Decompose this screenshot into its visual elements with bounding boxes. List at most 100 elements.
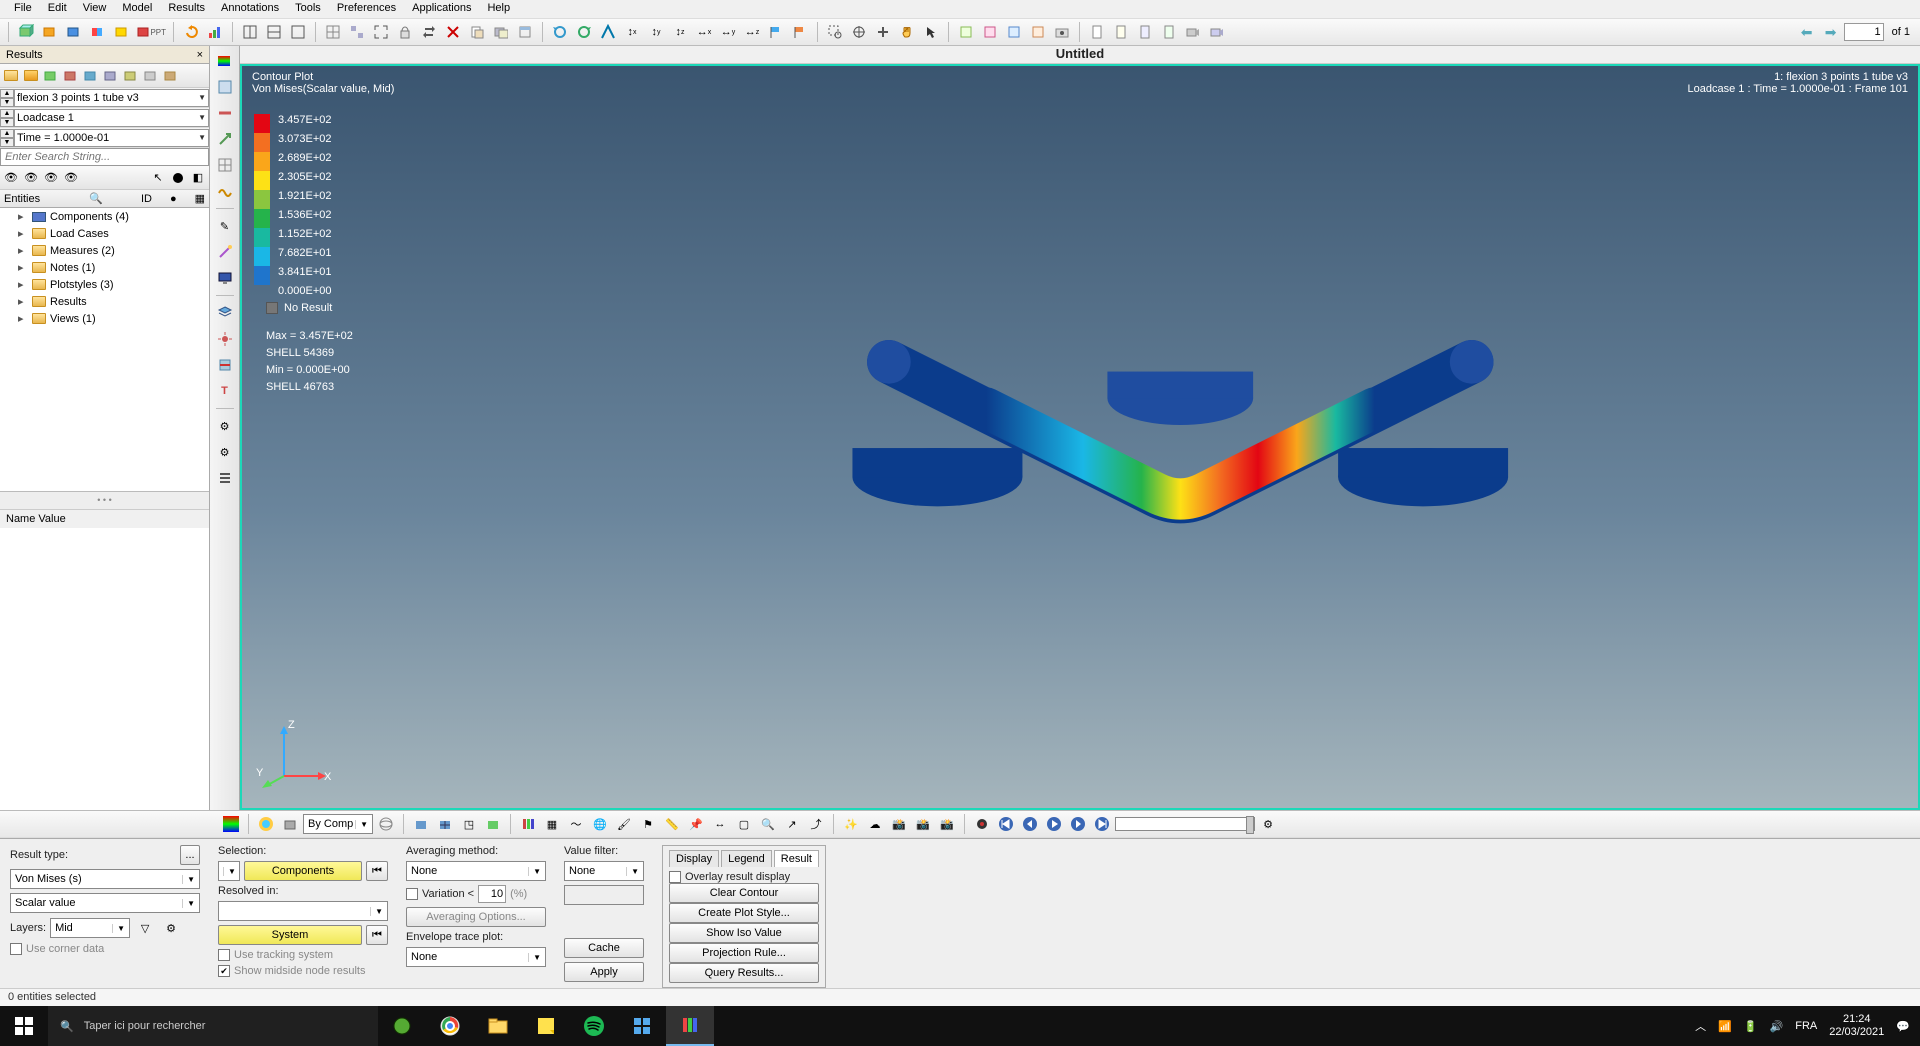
vtb-mag-icon[interactable]: 🔍 — [757, 813, 779, 835]
env-select[interactable]: None▼ — [406, 947, 546, 967]
tb-doc2-icon[interactable] — [1110, 21, 1132, 43]
tb-plus-icon[interactable] — [872, 21, 894, 43]
tb-cube-multi-icon[interactable] — [87, 21, 109, 43]
sel-collapse-button[interactable]: ⏮ — [366, 861, 388, 881]
vtb-first-icon[interactable] — [995, 813, 1017, 835]
vt-iso-icon[interactable] — [214, 76, 236, 98]
vtb-trans-icon[interactable]: ◳ — [458, 813, 480, 835]
vtb-box-icon[interactable]: ▢ — [733, 813, 755, 835]
tb-cube-blue-icon[interactable] — [63, 21, 85, 43]
time-prev-icon[interactable]: ▲ — [0, 129, 14, 138]
tab-result[interactable]: Result — [774, 850, 819, 867]
vtb-hash-icon[interactable]: ▦ — [541, 813, 563, 835]
tb-cam2-icon[interactable] — [1206, 21, 1228, 43]
bt-folder-icon[interactable] — [2, 67, 20, 85]
tb-hand-icon[interactable] — [896, 21, 918, 43]
menu-applications[interactable]: Applications — [404, 0, 479, 18]
tb-axis-arrow-icon[interactable] — [597, 21, 619, 43]
tray-chevron-icon[interactable]: ︿ — [1695, 1018, 1706, 1034]
result-type-browse-button[interactable]: ... — [180, 845, 200, 865]
clear-contour-button[interactable]: Clear Contour — [669, 883, 819, 903]
vtb-colorwheel-icon[interactable] — [255, 813, 277, 835]
tree-item-results[interactable]: ▸Results — [0, 293, 209, 310]
projection-rule-button[interactable]: Projection Rule... — [669, 943, 819, 963]
variation-checkbox[interactable] — [406, 888, 418, 900]
tb-copypage-icon[interactable] — [466, 21, 488, 43]
taskbar-app-spotify[interactable] — [570, 1006, 618, 1046]
avg-method-select[interactable]: None▼ — [406, 861, 546, 881]
menu-results[interactable]: Results — [160, 0, 213, 18]
tree-item-views[interactable]: ▸Views (1) — [0, 310, 209, 327]
taskbar-app-1[interactable] — [378, 1006, 426, 1046]
tb-x-icon[interactable] — [442, 21, 464, 43]
vt-wand-icon[interactable] — [214, 241, 236, 263]
vtb-arrow-icon[interactable]: ↗ — [781, 813, 803, 835]
tb-overlay-icon[interactable] — [490, 21, 512, 43]
tb-cube-ppt-icon[interactable]: PPT — [135, 21, 167, 43]
vtb-next-icon[interactable] — [1067, 813, 1089, 835]
bt-cube6-icon[interactable] — [142, 67, 160, 85]
tb-window-icon[interactable] — [514, 21, 536, 43]
ft-cursor-icon[interactable]: ↖ — [149, 169, 167, 187]
model-select[interactable]: flexion 3 points 1 tube v3▼ — [14, 89, 209, 107]
vtb-gear-icon[interactable]: ⚙ — [1257, 813, 1279, 835]
vtb-green-icon[interactable] — [482, 813, 504, 835]
tray-notifications-icon[interactable]: 💬 — [1896, 1020, 1910, 1033]
menu-preferences[interactable]: Preferences — [329, 0, 404, 18]
tree-item-measures[interactable]: ▸Measures (2) — [0, 242, 209, 259]
vt-pencil-icon[interactable]: ✎ — [214, 215, 236, 237]
vt-vector-icon[interactable] — [214, 128, 236, 150]
resolved-select[interactable]: ▼ — [218, 901, 388, 921]
page-prev-icon[interactable]: ⬅ — [1796, 21, 1818, 43]
tb-pointer-icon[interactable] — [920, 21, 942, 43]
system-button[interactable]: System — [218, 925, 362, 945]
tray-battery-icon[interactable]: 🔋 — [1744, 1020, 1758, 1033]
model-prev-icon[interactable]: ▲ — [0, 89, 14, 98]
vtb-iso-icon[interactable] — [279, 813, 301, 835]
bt-open-icon[interactable] — [22, 67, 40, 85]
tray-lang[interactable]: FRA — [1795, 1020, 1817, 1032]
tb-axis-x2-icon[interactable]: ↔x — [693, 21, 715, 43]
tb-flag-icon[interactable] — [765, 21, 787, 43]
value-filter-select[interactable]: None▼ — [564, 861, 644, 881]
tb-cube-yellow-icon[interactable] — [111, 21, 133, 43]
tab-display[interactable]: Display — [669, 850, 719, 867]
tree-item-plotstyles[interactable]: ▸Plotstyles (3) — [0, 276, 209, 293]
bt-cube7-icon[interactable] — [162, 67, 180, 85]
ft-more-icon[interactable]: ◧ — [189, 169, 207, 187]
start-button[interactable] — [0, 1006, 48, 1046]
tb-undo-icon[interactable] — [180, 21, 202, 43]
loadcase-next-icon[interactable]: ▼ — [0, 118, 14, 127]
tb-axis-y2-icon[interactable]: ↔y — [717, 21, 739, 43]
filter-icon[interactable]: ▽ — [134, 917, 156, 939]
vtb-cam2-icon[interactable]: 📸 — [912, 813, 934, 835]
vtb-play-icon[interactable] — [1043, 813, 1065, 835]
vt-rainbow-cube-icon[interactable] — [214, 50, 236, 72]
bt-cube5-icon[interactable] — [122, 67, 140, 85]
tb-lock-icon[interactable] — [394, 21, 416, 43]
ft-color-icon[interactable] — [169, 169, 187, 187]
vt-deform-icon[interactable] — [214, 180, 236, 202]
vt-gear1-icon[interactable]: ⚙ — [214, 415, 236, 437]
tb-snap4-icon[interactable] — [1027, 21, 1049, 43]
layers-settings-icon[interactable]: ⚙ — [160, 917, 182, 939]
results-tab-title[interactable]: Results — [6, 49, 43, 61]
menu-tools[interactable]: Tools — [287, 0, 329, 18]
vt-layers-icon[interactable] — [214, 302, 236, 324]
taskbar-app-grid[interactable] — [618, 1006, 666, 1046]
tb-cam1-icon[interactable] — [1182, 21, 1204, 43]
tb-doc3-icon[interactable] — [1134, 21, 1156, 43]
tb-grid1-icon[interactable] — [322, 21, 344, 43]
vt-text-icon[interactable]: T — [214, 380, 236, 402]
tb-rotate-ccw-icon[interactable] — [549, 21, 571, 43]
menu-model[interactable]: Model — [114, 0, 160, 18]
page-number-input[interactable] — [1844, 23, 1884, 41]
menu-help[interactable]: Help — [479, 0, 518, 18]
bt-cube4-icon[interactable] — [102, 67, 120, 85]
vtb-cam3-icon[interactable]: 📸 — [936, 813, 958, 835]
vtb-flag-icon[interactable]: ⚑ — [637, 813, 659, 835]
cache-button[interactable]: Cache — [564, 938, 644, 958]
vtb-pin-icon[interactable]: 📌 — [685, 813, 707, 835]
vtb-dim-icon[interactable]: ↔ — [709, 813, 731, 835]
tb-cube-green-icon[interactable] — [15, 21, 37, 43]
